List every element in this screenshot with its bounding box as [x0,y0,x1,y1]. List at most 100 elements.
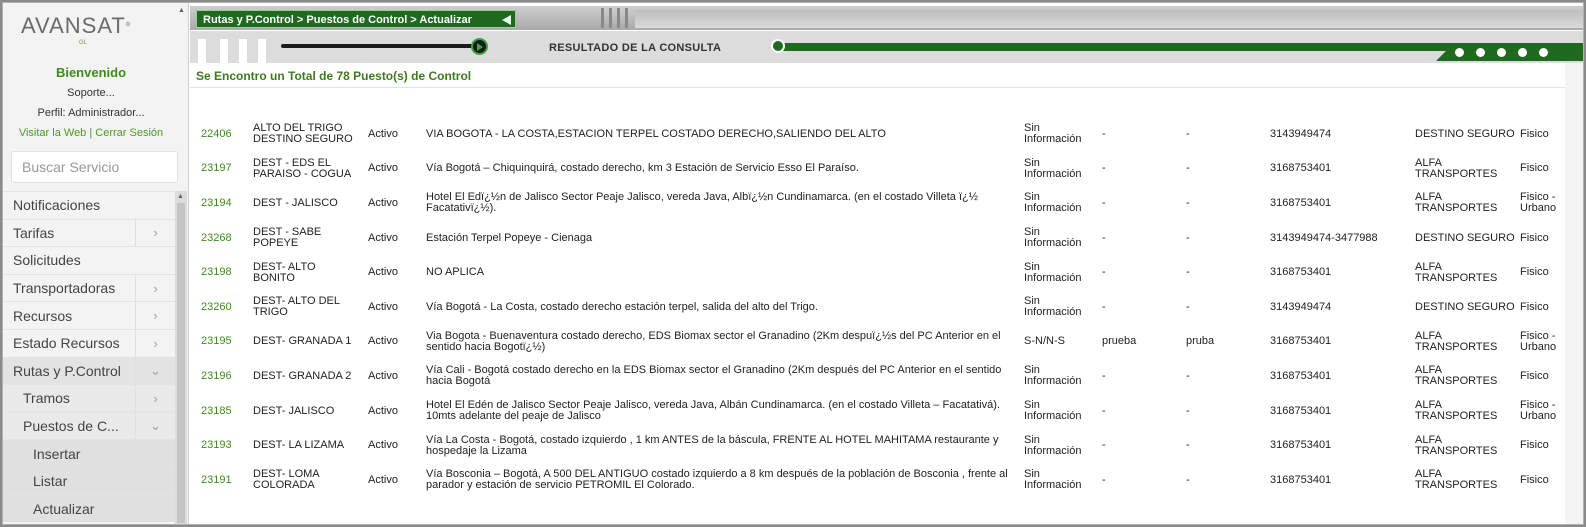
row-id-link[interactable]: 23260 [201,290,246,325]
row-id-link[interactable]: 23191 [201,463,246,498]
sidebar-item-transportadoras[interactable]: Transportadoras › [3,273,175,302]
profile-label: Perfil: [37,107,66,119]
row-id-link[interactable]: 23268 [201,221,246,256]
logo-subtext: GL [79,40,88,46]
row-name: DEST - EDS EL PARAISO - COGUA [253,152,358,187]
row-id-link[interactable]: 23194 [201,186,246,221]
sidebar-item-listar[interactable]: Listar [3,466,175,495]
row-company-text: DESTINO SEGURO [1415,127,1515,140]
row-phone: 3168753401 [1270,394,1410,429]
chevron-right-icon[interactable]: › [135,329,175,357]
row-id-link-text[interactable]: 23185 [201,405,232,417]
row-info: Sin Información [1024,152,1099,187]
row-id-link-text[interactable]: 23197 [201,163,232,174]
support-link[interactable]: Soporte... [3,87,179,99]
sidebar-item-tarifas[interactable]: Tarifas › [3,218,175,247]
row-id-link-text[interactable]: 23191 [201,474,232,486]
user-links: Visitar la Web | Cerrar Sesión [3,127,179,139]
table-row: 23191 DEST- LOMA COLORADA Activo Vía Boscon… [190,463,1565,498]
row-id-link[interactable]: 23196 [201,359,246,394]
sidebar-item-label: Tramos [23,390,70,407]
row-id-link-text[interactable]: 23194 [201,197,232,209]
sidebar-item-actualizar[interactable]: Actualizar [3,494,175,523]
row-name-text: DEST - EDS EL PARAISO - COGUA [253,156,352,180]
chevron-down-icon[interactable]: ⌄ [135,412,175,440]
sidebar-item-recursos[interactable]: Recursos › [3,301,175,329]
search-input[interactable]: Buscar Servicio [11,151,178,183]
row-id-link-text[interactable]: 23193 [201,440,232,451]
content-scrollbar[interactable] [1565,63,1583,524]
row-name-text: DEST - JALISCO [253,196,338,209]
row-phone-text: 3143949474 [1270,127,1332,140]
collapse-arrow-icon[interactable] [502,15,511,25]
chevron-right-icon[interactable]: › [135,385,175,412]
logout-link[interactable]: Cerrar Sesión [95,127,163,139]
row-company: ALFA TRANSPORTES [1415,325,1515,360]
row-id-link-text[interactable]: 23196 [201,370,232,382]
chevron-right-icon[interactable]: › [135,274,175,302]
row-field-a-text: - [1102,266,1106,279]
row-address-text: Hotel El Edén de Jalisco Sector Peaje Ja… [426,399,1000,423]
row-info: Sin Información [1024,221,1099,256]
row-id-link-text[interactable]: 23195 [201,336,232,347]
scroll-up-icon[interactable]: ▲ [177,193,184,200]
row-info: S-N/N-S [1024,325,1099,360]
chevron-right-icon[interactable]: › [135,219,175,247]
pager-dot[interactable] [1497,48,1506,57]
row-name: DEST- JALISCO [253,394,358,429]
pager-dot[interactable] [1539,48,1548,57]
chevron-right-icon[interactable]: › [135,302,175,329]
row-id-link-text[interactable]: 23260 [201,301,232,313]
row-state: Activo [368,186,418,221]
row-info-text: S-N/N-S [1024,335,1065,348]
scroll-up-icon[interactable]: ▲ [178,7,185,14]
visit-web-link[interactable]: Visitar la Web [19,127,86,139]
row-address: Hotel El Edï¿½n de Jalisco Sector Peaje … [426,186,1011,221]
row-id-link[interactable]: 23197 [201,152,246,187]
play-icon[interactable] [471,38,488,55]
pager-dot[interactable] [1518,48,1527,57]
row-id-link[interactable]: 22406 [201,117,246,152]
row-address-text: Vía Bogotá – Chiquinquirá, costado derec… [426,162,859,175]
table-row: 23195 DEST- GRANADA 1 Activo Via Bogota - B… [190,325,1565,360]
profile-value[interactable]: Administrador... [68,107,144,119]
sidebar-item-rutas-y-p-control[interactable]: Rutas y P.Control ⌄ [3,356,175,385]
row-type-text: Fisico [1520,473,1549,486]
row-address-text: Vía Bosconia – Bogotá, A 500 DEL ANTIGUO… [426,468,1008,492]
pager-dot[interactable] [1455,48,1464,57]
row-state-text: Activo [368,369,398,382]
row-id-link[interactable]: 23185 [201,394,246,429]
row-id-link-text[interactable]: 23268 [201,232,232,244]
row-id-link[interactable]: 23193 [201,428,246,463]
row-phone-text: 3168753401 [1270,369,1332,382]
row-id-link-text[interactable]: 22406 [201,128,232,140]
row-state-text: Activo [368,196,398,209]
sidebar-item-label: Transportadoras [13,280,116,297]
row-id-link-text[interactable]: 23198 [201,267,232,278]
sidebar-item-insertar[interactable]: Insertar [3,439,175,467]
chevron-down-icon[interactable]: ⌄ [135,357,175,385]
row-name-text: DEST- LOMA COLORADA [253,468,320,492]
row-field-a: - [1102,255,1182,290]
top-bar-track [635,10,1583,28]
row-id-link[interactable]: 23198 [201,255,246,290]
scrollbar-thumb[interactable] [177,203,185,523]
profile-info: Perfil: Administrador... [3,107,179,119]
sidebar-scrollbar[interactable]: ▲ [175,191,187,524]
sidebar-item-notificaciones[interactable]: Notificaciones [3,191,175,219]
row-field-a: - [1102,221,1182,256]
row-address: Vía La Costa - Bogotá, costado izquierdo… [426,428,1011,463]
pager-dot[interactable] [1476,48,1485,57]
sidebar-item-tramos[interactable]: Tramos › [3,384,175,412]
row-field-b: - [1186,186,1266,221]
row-phone: 3168753401 [1270,186,1410,221]
sidebar-item-solicitudes[interactable]: Solicitudes [3,246,175,274]
row-field-b-text: - [1186,127,1190,140]
row-id-link[interactable]: 23195 [201,325,246,360]
row-name: DEST- ALTO DEL TRIGO [253,290,358,325]
row-info-text: Sin Información [1024,191,1082,215]
row-field-a-text: - [1102,369,1106,382]
sidebar-item-estado-recursos[interactable]: Estado Recursos › [3,328,175,357]
row-field-b-text: - [1186,196,1190,209]
sidebar-item-puestos-de-c[interactable]: Puestos de C... ⌄ [3,411,175,440]
